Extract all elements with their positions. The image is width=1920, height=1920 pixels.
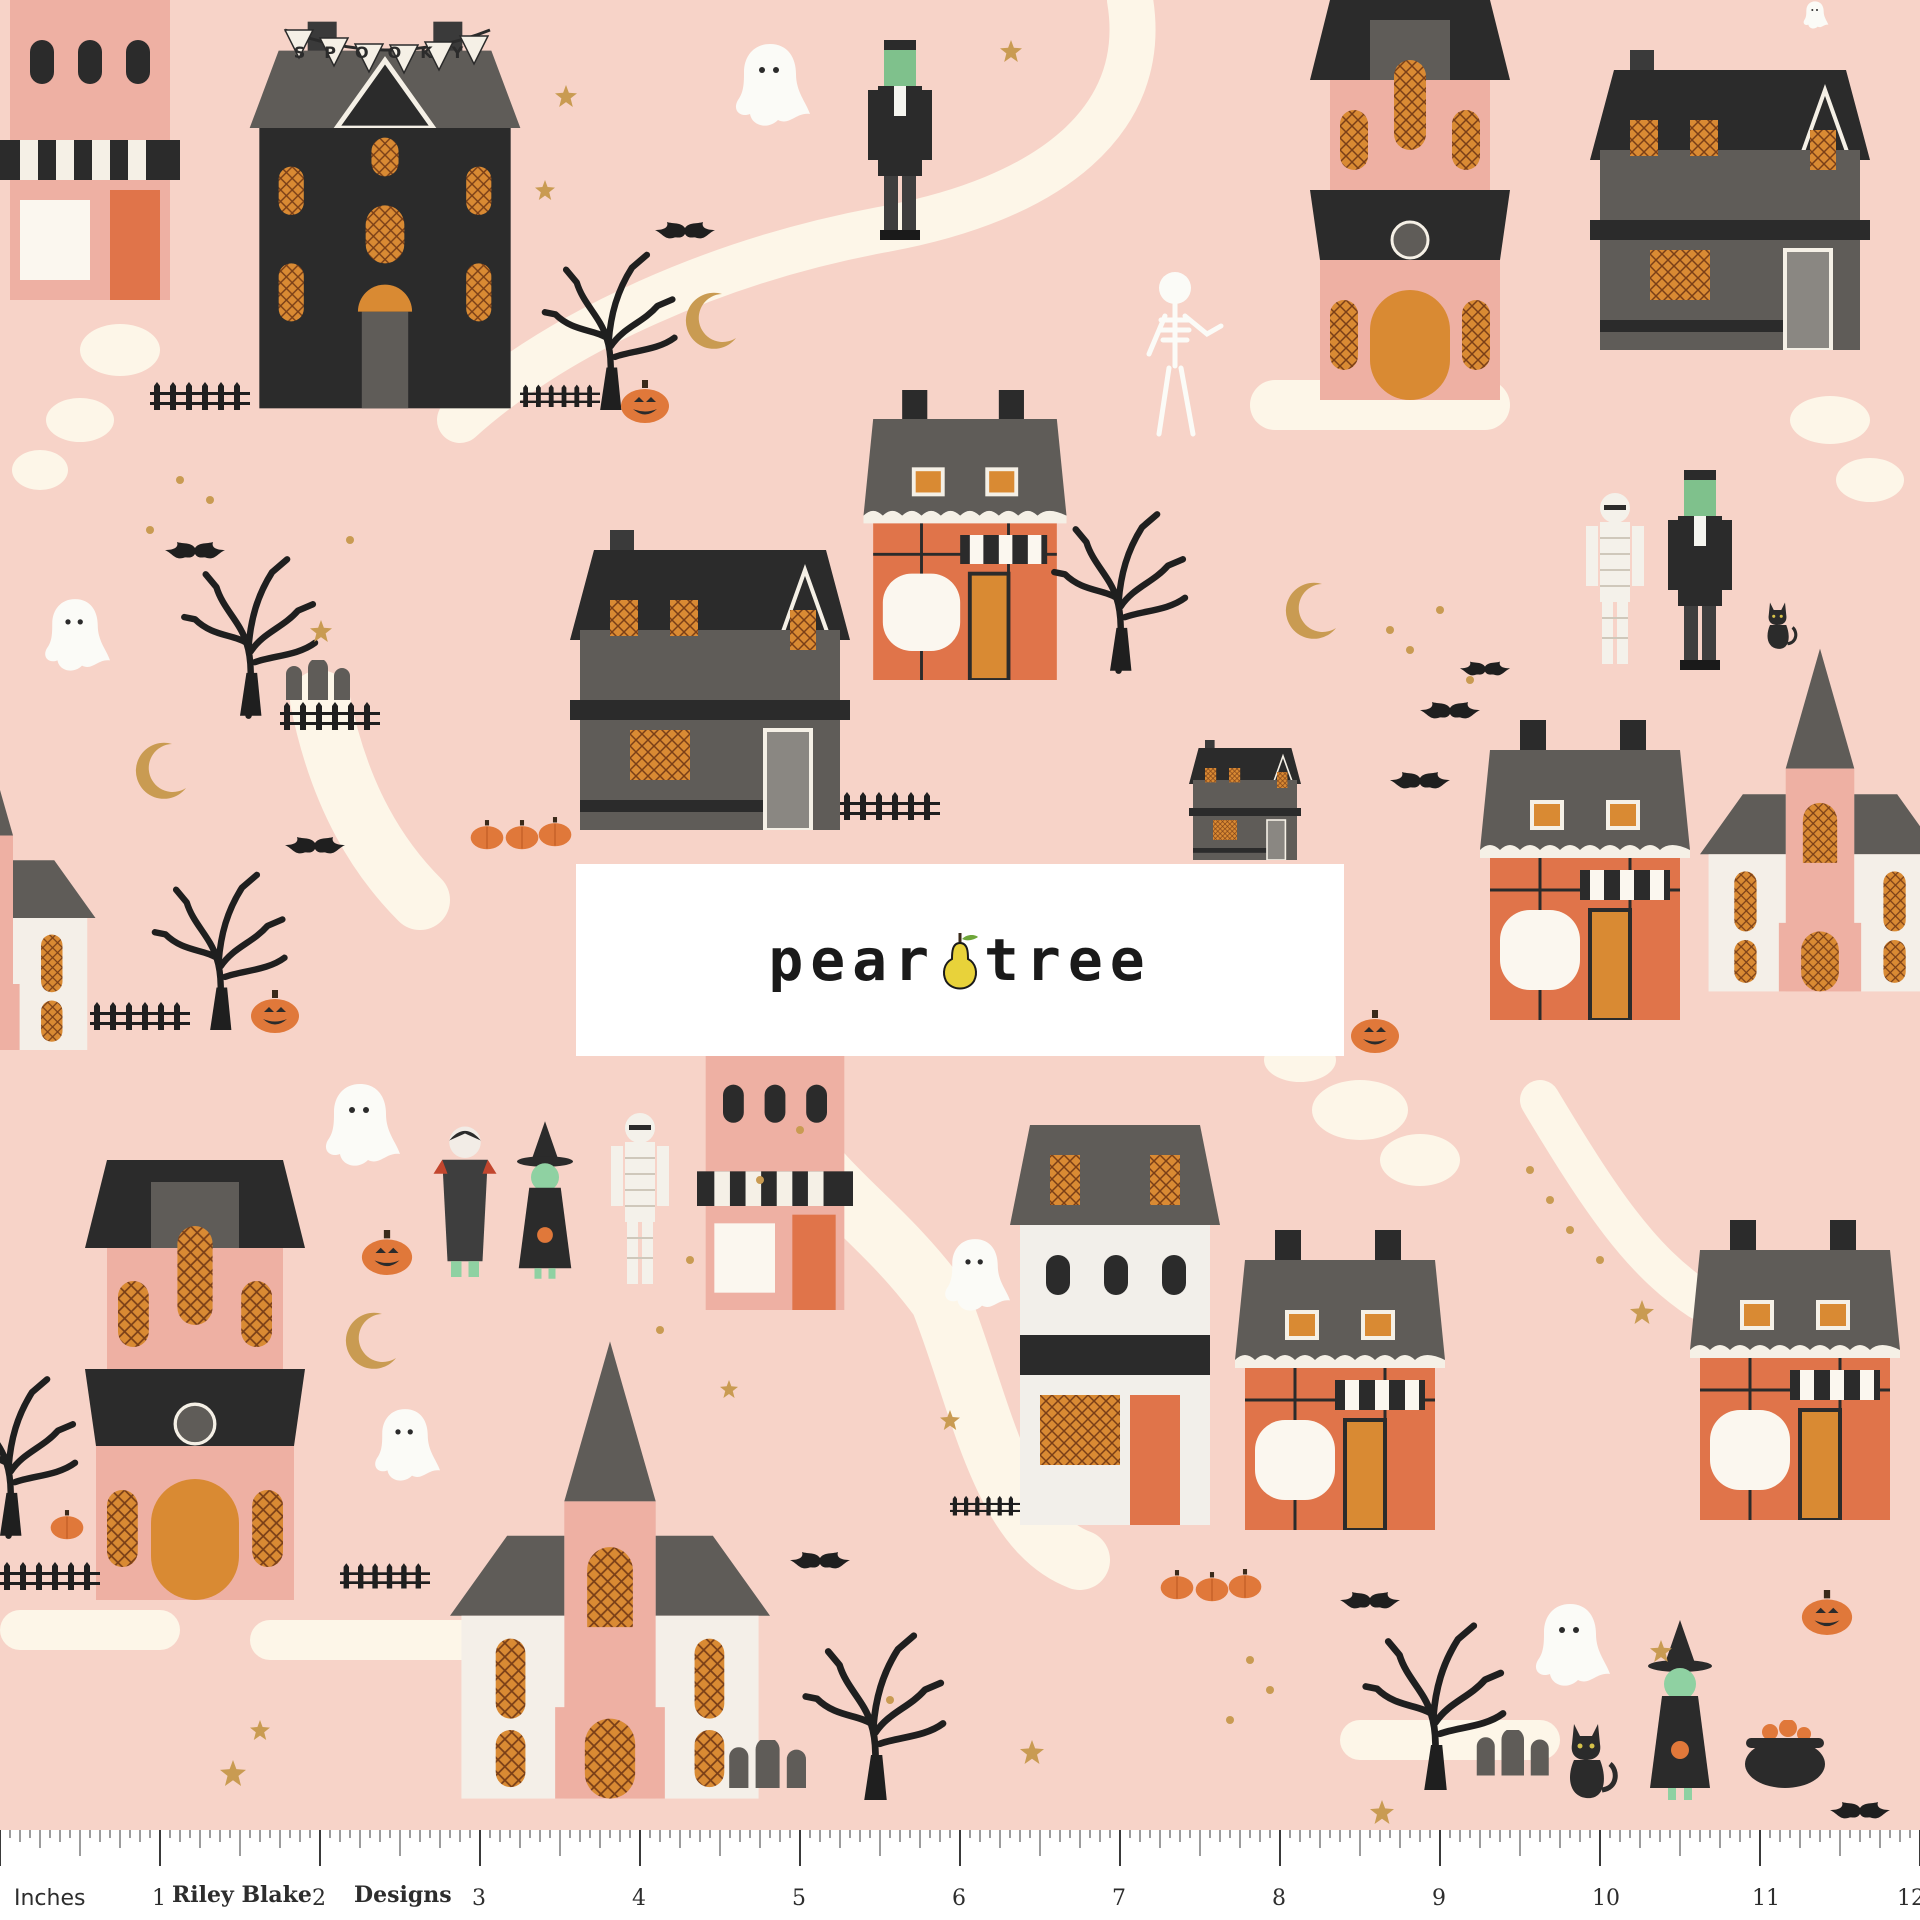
pumpkin bbox=[50, 1510, 84, 1540]
crescent-moon bbox=[135, 742, 186, 799]
ruler-number: 6 bbox=[952, 1886, 966, 1911]
bat bbox=[165, 542, 225, 559]
chapel-left-edge bbox=[0, 720, 96, 1050]
pink-tower-shop bbox=[697, 1050, 853, 1310]
ghost bbox=[945, 1239, 1010, 1311]
spooky-sign-text: SPOOKY bbox=[294, 43, 482, 62]
ghost bbox=[375, 1409, 440, 1481]
orange-tudor-bottom bbox=[1235, 1230, 1445, 1530]
ruler-number: 3 bbox=[472, 1886, 486, 1911]
ruler-number: 7 bbox=[1112, 1886, 1126, 1911]
bare-tree bbox=[806, 1636, 943, 1800]
pear-icon bbox=[943, 933, 978, 990]
pink-shop-house bbox=[0, 0, 180, 300]
orange-tudor-house bbox=[861, 390, 1069, 680]
pink-clock-house-bottom bbox=[83, 1160, 307, 1600]
jack-o-lantern bbox=[1351, 1010, 1399, 1053]
logo-word-right: tree bbox=[984, 926, 1152, 994]
ruler-number: 2 bbox=[312, 1886, 326, 1911]
fence bbox=[0, 1562, 100, 1590]
pink-chapel-bottom bbox=[450, 1341, 770, 1799]
mummy bbox=[1585, 492, 1645, 665]
pumpkin bbox=[1160, 1570, 1194, 1600]
bat bbox=[1340, 1592, 1400, 1609]
gothic-mansion bbox=[250, 22, 521, 409]
pink-chapel-right bbox=[1700, 648, 1920, 992]
pumpkin bbox=[538, 816, 572, 848]
black-row-house bbox=[1187, 740, 1303, 860]
fence bbox=[150, 382, 250, 410]
ruler-unit-label: Inches bbox=[14, 1886, 86, 1911]
pumpkin bbox=[505, 820, 539, 850]
ruler-ticks bbox=[0, 1830, 1920, 1866]
ruler-number: 10 bbox=[1592, 1886, 1620, 1911]
jack-o-lantern bbox=[361, 1230, 413, 1275]
ruler-number: 5 bbox=[792, 1886, 806, 1911]
bat bbox=[1390, 772, 1450, 789]
black-manor-top bbox=[1590, 50, 1870, 350]
pink-clock-house-top bbox=[1308, 0, 1512, 400]
bat bbox=[1460, 661, 1510, 676]
jack-o-lantern bbox=[251, 990, 299, 1033]
fabric-pattern: SPOOKY pear tree Inches Riley Blake Desi… bbox=[0, 0, 1920, 1920]
black-cat bbox=[1765, 600, 1798, 650]
jack-o-lantern bbox=[621, 380, 669, 423]
skeleton bbox=[1149, 272, 1221, 434]
bat bbox=[1420, 702, 1480, 719]
bat bbox=[1830, 1802, 1890, 1819]
fence bbox=[840, 792, 940, 820]
pumpkin bbox=[470, 820, 504, 850]
black-manor-center bbox=[570, 530, 850, 830]
bare-tree bbox=[1054, 514, 1185, 670]
bat bbox=[285, 837, 345, 854]
ghost bbox=[1535, 1604, 1610, 1686]
bat bbox=[790, 1552, 850, 1569]
vampire bbox=[433, 1126, 497, 1277]
brand-banner: pear tree bbox=[576, 864, 1344, 1056]
ghost bbox=[1803, 1, 1829, 29]
black-cat bbox=[1570, 1724, 1615, 1798]
pumpkin bbox=[1195, 1572, 1229, 1602]
grey-tudor-bottom bbox=[1690, 1220, 1900, 1520]
gravestones bbox=[286, 660, 350, 700]
ghost bbox=[325, 1084, 400, 1166]
ruler-number: 8 bbox=[1272, 1886, 1286, 1911]
ruler-number: 1 bbox=[152, 1886, 166, 1911]
ghost bbox=[735, 44, 810, 126]
cauldron bbox=[1745, 1720, 1825, 1788]
crescent-moon bbox=[1285, 582, 1336, 639]
ruler-number: 11 bbox=[1752, 1886, 1780, 1911]
measurement-ruler: Inches Riley Blake Designs 1 2 3 4 5 6 7 8 9 10 11… bbox=[0, 1830, 1920, 1920]
ruler-brand-left: Riley Blake bbox=[172, 1882, 312, 1908]
white-townhouse bbox=[1010, 1125, 1220, 1525]
fence bbox=[340, 1563, 430, 1589]
bare-tree bbox=[0, 1379, 75, 1535]
witch bbox=[517, 1121, 573, 1279]
ruler-number: 12 bbox=[1897, 1886, 1920, 1911]
ghost bbox=[45, 599, 110, 671]
pear-tree-logo: pear tree bbox=[768, 926, 1151, 994]
frankenstein-monster bbox=[1668, 470, 1732, 670]
bat bbox=[655, 222, 715, 239]
ruler-brand-right: Designs bbox=[354, 1882, 452, 1908]
orange-tudor-house-right bbox=[1480, 720, 1690, 1020]
ruler-number: 4 bbox=[632, 1886, 646, 1911]
fence bbox=[90, 1002, 190, 1030]
logo-word-left: pear bbox=[768, 926, 936, 994]
crescent-moon bbox=[345, 1312, 396, 1369]
jack-o-lantern bbox=[1801, 1590, 1853, 1635]
witch bbox=[1648, 1620, 1712, 1800]
pumpkin bbox=[1228, 1568, 1262, 1600]
ruler-number: 9 bbox=[1432, 1886, 1446, 1911]
mummy bbox=[609, 1111, 671, 1286]
